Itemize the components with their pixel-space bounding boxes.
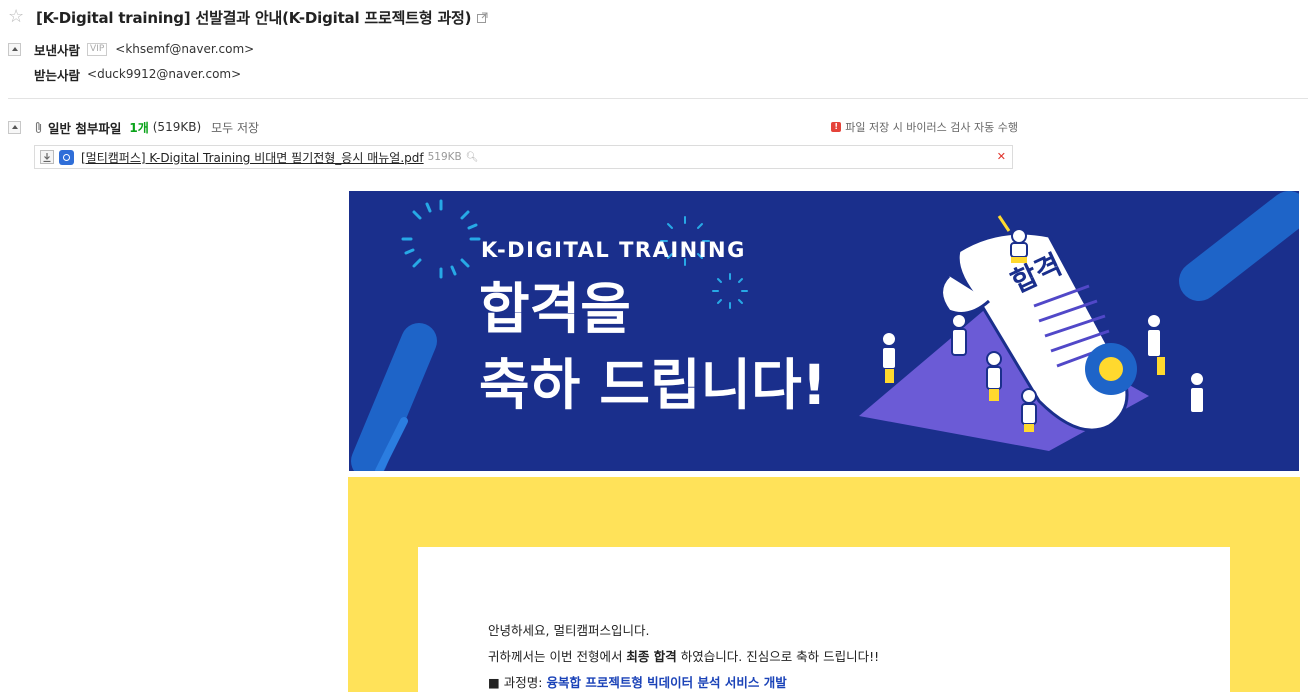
attachment-file-name[interactable]: [멀티캠퍼스] K-Digital Training 비대면 필기전형_응시 매… xyxy=(81,149,424,166)
recipient-row: 받는사람 <duck9912@naver.com> xyxy=(34,65,241,83)
recipient-address[interactable]: <duck9912@naver.com> xyxy=(87,67,241,81)
sender-label: 보낸사람 xyxy=(34,42,81,58)
mail-subject: [K-Digital training] 선발결과 안내(K-Digital 프… xyxy=(36,8,472,27)
paperclip-icon xyxy=(35,121,42,133)
attachment-toggle-button[interactable] xyxy=(8,120,21,134)
result-text-part1: 귀하께서는 이번 전형에서 xyxy=(488,649,627,664)
banner-headline-line1: 합격을 xyxy=(479,277,631,341)
attachment-file-row: [멀티캠퍼스] K-Digital Training 비대면 필기전형_응시 매… xyxy=(34,145,1013,169)
banner-brand: K-DIGITAL TRAINING xyxy=(481,238,746,262)
attachment-title: 일반 첨부파일 xyxy=(48,120,122,136)
congratulations-banner: 합격 K-DIGITAL TRAINING 합격을 축하 드립니다! xyxy=(349,191,1299,471)
attachment-header: 일반 첨부파일 1개 (519KB) 모두 저장 ! 파일 저장 시 바이러스 … xyxy=(8,118,1018,136)
vip-badge: VIP xyxy=(87,42,108,56)
letter-body: 안녕하세요, 멀티캠퍼스입니다. 귀하께서는 이번 전형에서 최종 합격 하였습… xyxy=(418,547,1230,692)
collapse-toggle-button[interactable] xyxy=(8,42,21,56)
greeting-text: 안녕하세요, 멀티캠퍼스입니다. xyxy=(488,623,650,638)
sender-address[interactable]: <khsemf@naver.com> xyxy=(115,42,254,56)
virus-scan-text: 파일 저장 시 바이러스 검사 자동 수행 xyxy=(845,121,1018,134)
result-text: 귀하께서는 이번 전형에서 최종 합격 하였습니다. 진심으로 축하 드립니다!… xyxy=(488,646,879,665)
attachment-file-size: 519KB xyxy=(427,151,462,163)
attachment-total-size: (519KB) xyxy=(152,120,202,134)
course-label: ■ 과정명: xyxy=(488,675,547,690)
header-divider xyxy=(8,98,1308,99)
course-name: 융복합 프로젝트형 빅데이터 분석 서비스 개발 xyxy=(546,675,787,690)
star-icon[interactable]: ☆ xyxy=(8,8,26,26)
result-text-bold: 최종 합격 xyxy=(626,649,677,664)
virus-scan-notice: ! 파일 저장 시 바이러스 검사 자동 수행 xyxy=(831,119,1018,135)
recipient-label: 받는사람 xyxy=(34,67,81,83)
warning-icon: ! xyxy=(831,122,842,132)
banner-headline-line2: 축하 드립니다! xyxy=(479,353,827,417)
attachment-count: 1개 xyxy=(129,120,149,135)
result-text-part2: 하였습니다. 진심으로 축하 드립니다!! xyxy=(676,649,880,664)
course-line: ■ 과정명: 융복합 프로젝트형 빅데이터 분석 서비스 개발 xyxy=(488,672,787,691)
preview-icon[interactable]: 🔍︎ xyxy=(466,152,479,163)
sender-row: 보낸사람 VIP <khsemf@naver.com> xyxy=(8,40,254,58)
download-icon[interactable] xyxy=(40,150,54,164)
close-icon[interactable]: ✕ xyxy=(997,150,1006,163)
save-all-link[interactable]: 모두 저장 xyxy=(211,119,259,136)
external-link-icon[interactable] xyxy=(477,12,488,23)
subject-row: ☆ [K-Digital training] 선발결과 안내(K-Digital… xyxy=(8,6,488,28)
cloud-save-icon[interactable] xyxy=(59,149,74,165)
